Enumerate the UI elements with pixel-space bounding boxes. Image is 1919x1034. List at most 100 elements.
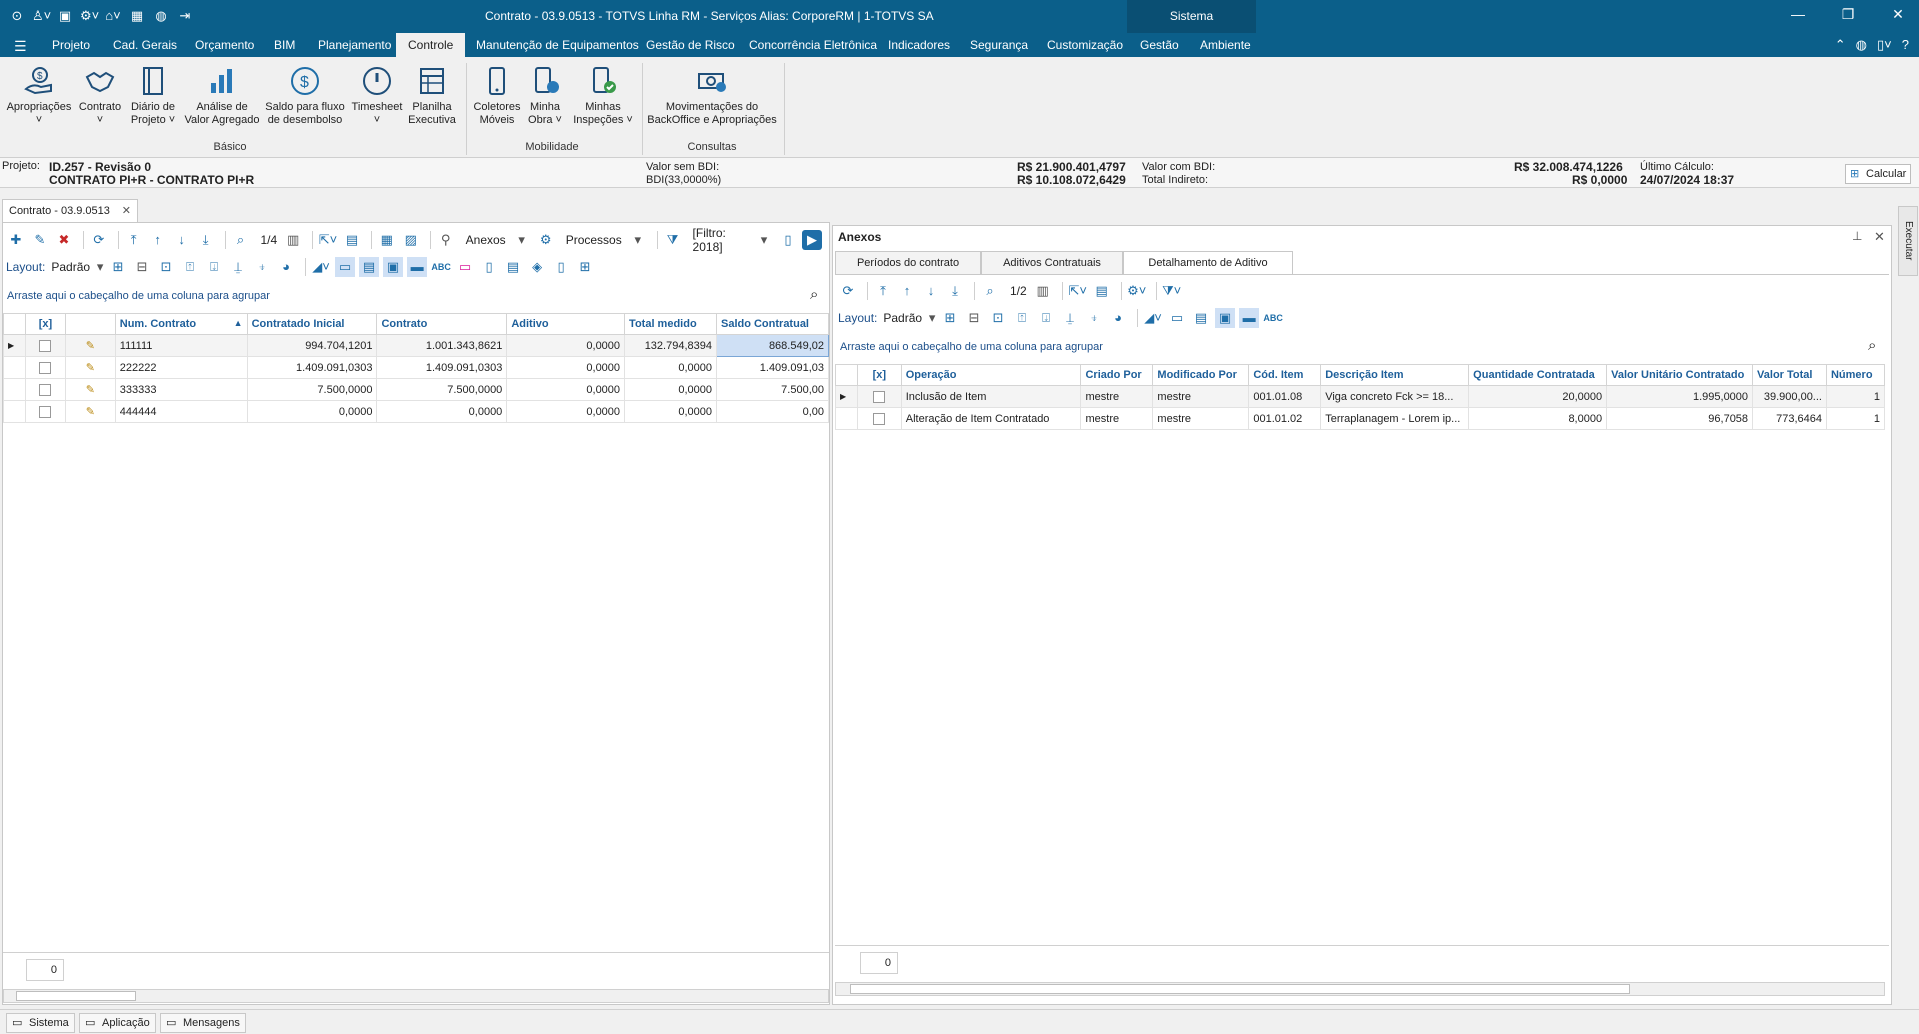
- view-header-icon[interactable]: ▣: [383, 257, 404, 277]
- search-icon[interactable]: ⌕: [810, 286, 818, 303]
- first-record-icon[interactable]: ⤒: [873, 281, 893, 301]
- column-header-valor-total[interactable]: Valor Total: [1752, 364, 1827, 386]
- contratado-inicial-cell[interactable]: 7.500,0000: [246, 378, 378, 401]
- view-header-icon[interactable]: ▣: [1215, 308, 1236, 328]
- apropriacoes-button[interactable]: $ Apropriações ˅: [6, 65, 72, 127]
- contrato-cell[interactable]: 1.409.091,0303: [376, 356, 508, 379]
- coletores-moveis-button[interactable]: Coletores Móveis: [470, 65, 524, 127]
- export-icon[interactable]: ⇱˅: [1068, 281, 1088, 301]
- edit-icon[interactable]: ✎: [30, 230, 50, 250]
- add-icon[interactable]: ✚: [6, 230, 26, 250]
- chevron-down-icon[interactable]: ▾: [512, 230, 532, 250]
- right-horizontal-scrollbar[interactable]: [835, 982, 1885, 996]
- pushpin-icon[interactable]: ⍖: [1084, 308, 1104, 328]
- minimize-button[interactable]: —: [1788, 6, 1808, 22]
- status-sistema-button[interactable]: ▭ Sistema: [6, 1013, 75, 1033]
- pin-pane-icon[interactable]: ⊥: [1852, 229, 1862, 243]
- group-by-hint[interactable]: Arraste aqui o cabeçalho de uma coluna p…: [840, 341, 1103, 353]
- tab-ambiente[interactable]: Ambiente: [1188, 33, 1263, 57]
- tab-gestao-risco[interactable]: Gestão de Risco: [634, 33, 747, 57]
- saldo-contratual-cell[interactable]: 1.409.091,03: [715, 356, 830, 379]
- table-row[interactable]: ✎ 333333 7.500,0000 7.500,0000 0,0000 0,…: [3, 378, 830, 401]
- contratado-inicial-cell[interactable]: 1.409.091,0303: [246, 356, 378, 379]
- first-record-icon[interactable]: ⤒: [124, 230, 144, 250]
- column-header-contratado-inicial[interactable]: Contratado Inicial: [246, 313, 378, 335]
- box-icon[interactable]: ◈: [527, 257, 547, 277]
- close-window-button[interactable]: ✕: [1888, 6, 1908, 23]
- pin-icon[interactable]: ⍊: [1060, 308, 1080, 328]
- total-medido-cell[interactable]: 0,0000: [624, 378, 717, 401]
- num-contrato-cell[interactable]: 444444: [114, 400, 248, 423]
- search-icon[interactable]: ⌕: [230, 230, 250, 250]
- status-aplicacao-button[interactable]: ▭ Aplicação: [79, 1013, 156, 1033]
- planilha-executiva-button[interactable]: Planilha Executiva: [406, 65, 458, 127]
- contrato-cell[interactable]: 7.500,0000: [376, 378, 508, 401]
- modificado-por-cell[interactable]: mestre: [1152, 407, 1250, 430]
- view-single-icon[interactable]: ▭: [335, 257, 356, 277]
- valor-total-cell[interactable]: 773,6464: [1752, 407, 1827, 430]
- pin-icon[interactable]: ⍊: [228, 257, 248, 277]
- help-icon[interactable]: ?: [1902, 37, 1909, 53]
- columns-icon[interactable]: ▥: [1033, 281, 1053, 301]
- refresh-icon[interactable]: ⟳: [89, 230, 109, 250]
- contrato-cell[interactable]: 1.001.343,8621: [376, 334, 508, 357]
- tab-seguranca[interactable]: Segurança: [958, 33, 1040, 57]
- move-down-icon[interactable]: ⍗: [204, 257, 224, 277]
- row-checkbox[interactable]: [39, 383, 52, 396]
- doc-list-icon[interactable]: ▤: [503, 257, 523, 277]
- document-icon[interactable]: ▤: [342, 230, 362, 250]
- home-icon[interactable]: ⌂˅: [104, 7, 122, 25]
- column-header-aditivo[interactable]: Aditivo: [506, 313, 626, 335]
- saldo-contratual-cell[interactable]: 868.549,02: [715, 334, 830, 357]
- tab-customizacao[interactable]: Customização: [1035, 33, 1135, 57]
- criado-por-cell[interactable]: mestre: [1080, 385, 1154, 408]
- contrato-cell[interactable]: 0,0000: [376, 400, 508, 423]
- collapse-icon[interactable]: ⊟: [132, 257, 152, 277]
- move-up-icon[interactable]: ⍐: [180, 257, 200, 277]
- processos-dropdown[interactable]: Processos: [566, 233, 622, 247]
- valor-total-cell[interactable]: 39.900,00...: [1752, 385, 1827, 408]
- table-row[interactable]: ✎ 444444 0,0000 0,0000 0,0000 0,0000 0,0…: [3, 400, 830, 423]
- total-medido-cell[interactable]: 132.794,8394: [624, 334, 717, 357]
- column-header-operacao[interactable]: Operação: [900, 364, 1082, 386]
- aditivo-cell[interactable]: 0,0000: [506, 334, 626, 357]
- row-checkbox[interactable]: [39, 405, 52, 418]
- column-header-modificado-por[interactable]: Modificado Por: [1152, 364, 1250, 386]
- color-icon[interactable]: ◕: [1108, 308, 1128, 328]
- tab-controle[interactable]: Controle: [396, 33, 466, 57]
- tab-orcamento[interactable]: Orçamento: [183, 33, 266, 57]
- search-icon[interactable]: ⌕: [1868, 337, 1876, 354]
- aditivo-cell[interactable]: 0,0000: [506, 378, 626, 401]
- column-header-num-contrato[interactable]: Num. Contrato ▲: [114, 313, 248, 335]
- expand-icon[interactable]: ⊞: [108, 257, 128, 277]
- document-icon[interactable]: ▤: [1092, 281, 1112, 301]
- view-full-icon[interactable]: ▬: [407, 257, 428, 277]
- contratado-inicial-cell[interactable]: 0,0000: [246, 400, 378, 423]
- fit-icon[interactable]: ⊞: [575, 257, 595, 277]
- chart-icon[interactable]: ◢˅: [311, 257, 331, 277]
- executar-side-tab[interactable]: Executar: [1898, 206, 1918, 276]
- column-header-contrato[interactable]: Contrato: [376, 313, 508, 335]
- table-row[interactable]: Alteração de Item Contratado mestre mest…: [835, 407, 1886, 430]
- tab-planejamento[interactable]: Planejamento: [306, 33, 403, 57]
- contratado-inicial-cell[interactable]: 994.704,1201: [246, 334, 378, 357]
- left-horizontal-scrollbar[interactable]: [3, 989, 829, 1003]
- abc-icon[interactable]: ABC: [1263, 308, 1283, 328]
- delete-icon[interactable]: ✖: [54, 230, 74, 250]
- status-mensagens-button[interactable]: ▭ Mensagens: [160, 1013, 246, 1033]
- tab-detalhamento-aditivo[interactable]: Detalhamento de Aditivo: [1123, 251, 1293, 275]
- window-icon[interactable]: ▯˅: [1877, 37, 1892, 53]
- row-checkbox[interactable]: [873, 412, 886, 425]
- previous-record-icon[interactable]: ↑: [897, 281, 917, 301]
- descricao-item-cell[interactable]: Terraplanagem - Lorem ip...: [1320, 407, 1470, 430]
- grid-refresh-icon[interactable]: ⊡: [156, 257, 176, 277]
- grid-icon[interactable]: ▦: [128, 7, 146, 25]
- columns-icon[interactable]: ▥: [283, 230, 303, 250]
- row-checkbox[interactable]: [873, 390, 886, 403]
- calcular-button[interactable]: ⊞ Calcular: [1845, 164, 1911, 184]
- tab-periodos-contrato[interactable]: Períodos do contrato: [835, 251, 981, 274]
- num-contrato-cell[interactable]: 111111: [114, 334, 248, 357]
- tab-manutencao[interactable]: Manutenção de Equipamentos: [464, 33, 651, 57]
- contrato-button[interactable]: Contrato ˅: [76, 65, 124, 127]
- row-checkbox[interactable]: [39, 339, 52, 352]
